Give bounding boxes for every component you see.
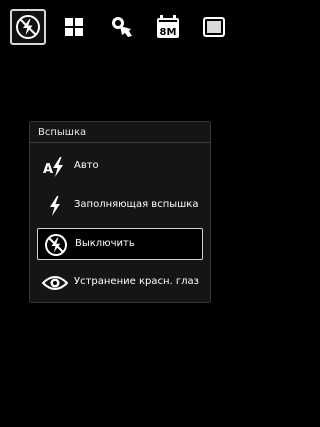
flash-option-red-eye[interactable]: Устранение красн. глаз — [37, 267, 203, 299]
white-balance-icon — [110, 15, 134, 39]
flash-mode-button[interactable] — [10, 9, 46, 45]
resolution-button[interactable]: 8M — [150, 9, 186, 45]
flash-auto-icon: A — [42, 155, 68, 179]
flash-off-icon — [15, 14, 41, 40]
flash-option-label: Устранение красн. глаз — [74, 276, 199, 287]
flash-menu-panel: Вспышка A Авто Заполняющая вспышка Выклю… — [29, 121, 211, 303]
scene-mode-button[interactable] — [56, 9, 92, 45]
resolution-icon: 8M — [155, 14, 181, 40]
red-eye-icon — [42, 271, 68, 295]
flash-option-off[interactable]: Выключить — [37, 228, 203, 260]
more-settings-icon — [202, 15, 226, 39]
camera-screen: 8M Вспышка A Авто Заполняющая вспышка Вы… — [0, 0, 240, 427]
panel-divider — [30, 142, 210, 143]
camera-toolbar: 8M — [0, 0, 240, 52]
flash-off-icon — [43, 233, 69, 257]
more-settings-button[interactable] — [196, 9, 232, 45]
flash-option-fill[interactable]: Заполняющая вспышка — [37, 190, 203, 222]
svg-text:A: A — [43, 162, 53, 177]
flash-fill-icon — [42, 194, 68, 218]
resolution-label: 8M — [160, 27, 177, 38]
scene-mode-icon — [63, 16, 85, 38]
flash-option-auto[interactable]: A Авто — [37, 151, 203, 183]
flash-menu-title: Вспышка — [38, 127, 87, 138]
flash-option-label: Выключить — [75, 238, 135, 249]
flash-option-label: Авто — [74, 160, 99, 171]
white-balance-button[interactable] — [104, 9, 140, 45]
flash-option-label: Заполняющая вспышка — [74, 199, 199, 210]
